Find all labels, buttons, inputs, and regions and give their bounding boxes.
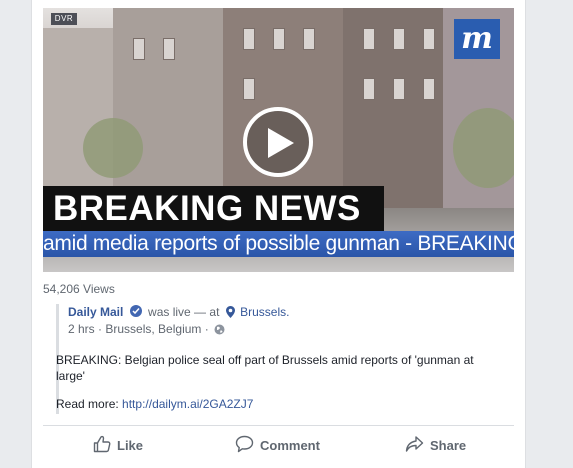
video-window bbox=[163, 38, 175, 60]
read-more-line: Read more: http://dailym.ai/2GA2ZJ7 bbox=[56, 397, 253, 411]
video-window bbox=[393, 78, 405, 100]
video-window bbox=[133, 38, 145, 60]
share-label: Share bbox=[430, 438, 467, 453]
place-link[interactable]: Brussels. bbox=[240, 305, 289, 319]
like-button[interactable]: Like bbox=[93, 430, 143, 462]
post-meta: 2 hrs · Brussels, Belgium · bbox=[68, 321, 514, 337]
author-line: Daily Mail was live — at Brussels. bbox=[68, 304, 514, 320]
video-window bbox=[303, 28, 315, 50]
comment-button[interactable]: Comment bbox=[235, 430, 320, 462]
view-count: 54,206 Views bbox=[43, 282, 115, 296]
dvr-badge: DVR bbox=[51, 13, 77, 25]
play-icon bbox=[268, 128, 294, 158]
meta-separator: · bbox=[98, 322, 103, 336]
comment-label: Comment bbox=[260, 438, 320, 453]
video-window bbox=[243, 28, 255, 50]
post-body-text: BREAKING: Belgian police seal off part o… bbox=[56, 353, 474, 383]
article-link[interactable]: http://dailym.ai/2GA2ZJ7 bbox=[122, 397, 253, 411]
share-arrow-icon bbox=[405, 436, 424, 452]
like-label: Like bbox=[117, 438, 144, 453]
breaking-news-banner: BREAKING NEWS bbox=[43, 186, 384, 231]
author-name-link[interactable]: Daily Mail bbox=[68, 305, 123, 319]
video-window bbox=[363, 28, 375, 50]
video-window bbox=[423, 78, 435, 100]
video-player[interactable]: DVR m BREAKING NEWS amid media reports o… bbox=[43, 8, 514, 272]
verified-badge-icon bbox=[129, 305, 142, 317]
video-window bbox=[393, 28, 405, 50]
location-pin-icon bbox=[225, 306, 235, 318]
actions-divider bbox=[43, 425, 514, 426]
post-location: Brussels, Belgium bbox=[105, 322, 202, 336]
comment-icon bbox=[235, 435, 254, 453]
thumbs-up-icon bbox=[93, 435, 111, 453]
video-tree bbox=[453, 108, 514, 188]
post-actions: Like Comment Share bbox=[43, 430, 514, 462]
video-window bbox=[243, 78, 255, 100]
video-window bbox=[273, 28, 285, 50]
read-more-label: Read more: bbox=[56, 397, 119, 411]
news-ticker: amid media reports of possible gunman - … bbox=[43, 231, 514, 257]
video-window bbox=[423, 28, 435, 50]
video-tree bbox=[83, 118, 143, 178]
globe-icon[interactable] bbox=[214, 324, 225, 335]
post-time[interactable]: 2 hrs bbox=[68, 322, 95, 336]
live-status-text: was live — at bbox=[148, 305, 220, 319]
daily-mail-logo: m bbox=[454, 19, 500, 59]
play-button[interactable] bbox=[243, 107, 313, 177]
video-window bbox=[363, 78, 375, 100]
share-button[interactable]: Share bbox=[405, 430, 466, 462]
meta-separator: · bbox=[204, 322, 209, 336]
post-card: DVR m BREAKING NEWS amid media reports o… bbox=[31, 0, 526, 468]
